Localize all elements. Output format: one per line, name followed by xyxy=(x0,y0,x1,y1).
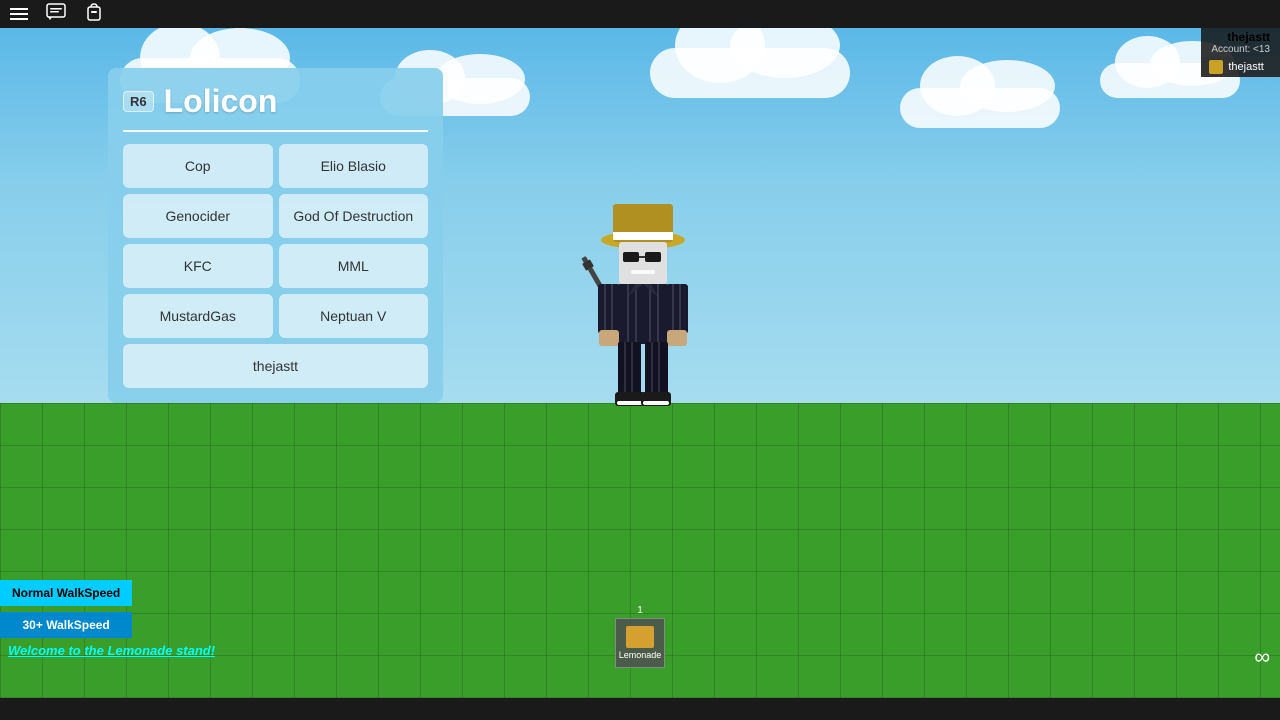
hotbar: 1 Lemonade xyxy=(615,605,665,668)
user-display-name: thejastt xyxy=(1228,61,1263,73)
account-top: thejastt Account: <13 xyxy=(1201,28,1280,57)
welcome-text: Welcome to the Lemonade stand! xyxy=(8,643,215,658)
walkspeed-30-button[interactable]: 30+ WalkSpeed xyxy=(0,612,132,638)
panel-header: R6 Lolicon xyxy=(123,83,428,120)
hotbar-slot-1: 1 Lemonade xyxy=(615,605,665,668)
player-btn-mustardgas[interactable]: MustardGas xyxy=(123,294,273,338)
hotbar-slot-number: 1 xyxy=(637,605,643,616)
player-btn-kfc[interactable]: KFC xyxy=(123,244,273,288)
account-balance: Account: <13 xyxy=(1211,44,1270,55)
panel-divider xyxy=(123,130,428,132)
player-btn-god-of-destruction[interactable]: God Of Destruction xyxy=(279,194,429,238)
top-bar-left xyxy=(10,2,104,27)
menu-icon[interactable] xyxy=(10,8,28,20)
top-bar xyxy=(0,0,1280,28)
game-viewport: R6 Lolicon Cop Elio Blasio Genocider God… xyxy=(0,28,1280,698)
character xyxy=(563,192,723,417)
player-list-scroll[interactable]: Cop Elio Blasio Genocider God Of Destruc… xyxy=(123,144,428,388)
bottom-bar xyxy=(0,698,1280,720)
chat-icon[interactable] xyxy=(46,3,66,26)
user-avatar-icon xyxy=(1209,60,1223,74)
player-btn-genocider[interactable]: Genocider xyxy=(123,194,273,238)
player-btn-cop[interactable]: Cop xyxy=(123,144,273,188)
admin-panel: R6 Lolicon Cop Elio Blasio Genocider God… xyxy=(108,68,443,403)
account-bottom: thejastt xyxy=(1201,57,1280,77)
player-grid: Cop Elio Blasio Genocider God Of Destruc… xyxy=(123,144,428,388)
cloud xyxy=(650,48,850,98)
cloud xyxy=(900,88,1060,128)
player-btn-neptuan[interactable]: Neptuan V xyxy=(279,294,429,338)
normal-walkspeed-button[interactable]: Normal WalkSpeed xyxy=(0,580,132,606)
lemonade-icon xyxy=(626,626,654,648)
player-btn-thejastt[interactable]: thejastt xyxy=(123,344,428,388)
hotbar-item-lemonade[interactable]: Lemonade xyxy=(615,618,665,668)
hotbar-item-label: Lemonade xyxy=(619,650,662,660)
infinity-icon: ∞ xyxy=(1254,644,1270,670)
player-btn-elio[interactable]: Elio Blasio xyxy=(279,144,429,188)
player-btn-mml[interactable]: MML xyxy=(279,244,429,288)
panel-title: Lolicon xyxy=(164,83,278,120)
bottom-left-buttons: Normal WalkSpeed 30+ WalkSpeed xyxy=(0,580,132,638)
account-panel: thejastt Account: <13 thejastt xyxy=(1201,28,1280,77)
backpack-icon[interactable] xyxy=(84,2,104,27)
r6-label: R6 xyxy=(123,91,154,112)
account-username: thejastt xyxy=(1211,30,1270,44)
